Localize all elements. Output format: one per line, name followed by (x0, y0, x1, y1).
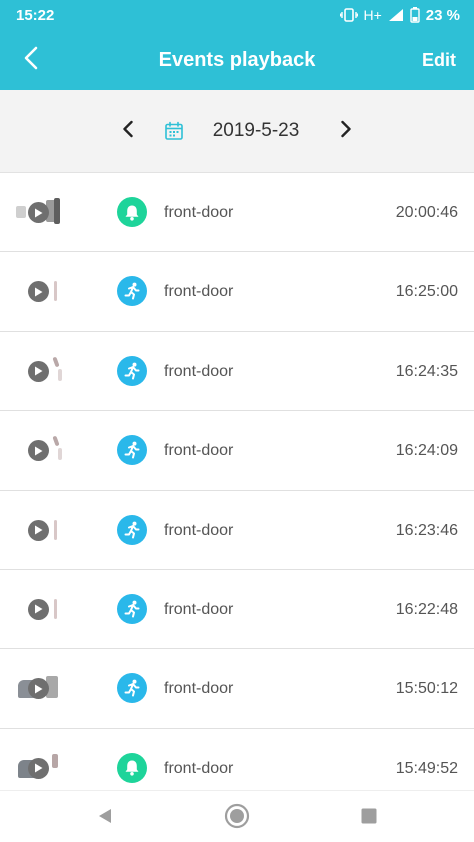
date-navigator: 2019-5-23 (0, 90, 474, 173)
running-person-icon (117, 355, 147, 386)
event-device-name: front-door (164, 759, 234, 777)
event-time: 15:49:52 (395, 759, 458, 777)
event-row[interactable]: front-door 16:22:48 (0, 570, 474, 650)
event-device-name: front-door (164, 521, 234, 539)
event-thumbnail[interactable] (16, 277, 64, 305)
event-time: 16:23:46 (395, 521, 458, 539)
event-time: 20:00:46 (395, 204, 458, 221)
edit-button[interactable]: Edit (422, 30, 456, 90)
selected-date[interactable]: 2019-5-23 (196, 116, 316, 146)
play-icon (28, 519, 49, 541)
previous-date-button[interactable] (114, 116, 142, 146)
chevron-right-icon (340, 120, 352, 143)
event-device-name: front-door (164, 204, 234, 221)
event-thumbnail[interactable] (16, 198, 64, 226)
play-icon (28, 360, 49, 382)
event-row[interactable]: front-door 16:23:46 (0, 491, 474, 570)
event-device-name: front-door (164, 680, 234, 698)
running-person-icon (117, 593, 147, 624)
play-icon (28, 440, 49, 462)
nav-bar: Events playback Edit (0, 30, 474, 90)
event-time: 16:22:48 (395, 600, 458, 618)
bell-icon (117, 197, 147, 227)
vibrate-icon (339, 8, 358, 22)
running-person-icon (117, 673, 147, 704)
bell-icon (117, 752, 147, 783)
event-row[interactable]: front-door 15:49:52 (0, 729, 474, 790)
network-type: H+ (363, 7, 382, 23)
event-thumbnail[interactable] (16, 435, 64, 464)
back-triangle-icon (96, 807, 114, 830)
running-person-icon (117, 514, 147, 545)
status-bar: 15:22 H+ 23 % (0, 0, 474, 30)
event-time: 16:24:09 (395, 442, 458, 460)
home-circle-icon (224, 803, 250, 834)
back-button[interactable] (14, 43, 48, 77)
chevron-left-icon (23, 46, 39, 75)
event-device-name: front-door (164, 283, 234, 301)
event-device-name: front-door (164, 600, 234, 618)
system-back-button[interactable] (90, 803, 120, 833)
event-thumbnail[interactable] (16, 595, 64, 623)
page-title: Events playback (158, 49, 316, 71)
event-thumbnail[interactable] (16, 516, 64, 544)
play-icon (28, 281, 49, 303)
chevron-left-icon (122, 120, 134, 143)
battery-percent: 23 % (425, 6, 460, 24)
play-icon (28, 757, 49, 779)
event-time: 16:25:00 (395, 283, 458, 301)
event-row[interactable]: front-door 16:25:00 (0, 252, 474, 332)
battery-icon (410, 7, 420, 23)
event-row[interactable]: front-door 16:24:35 (0, 332, 474, 412)
event-row[interactable]: front-door 16:24:09 (0, 411, 474, 491)
status-time: 15:22 (16, 6, 55, 24)
event-time: 15:50:12 (395, 680, 458, 698)
event-time: 16:24:35 (395, 362, 458, 380)
event-row[interactable]: front-door 15:50:12 (0, 649, 474, 729)
running-person-icon (117, 276, 147, 307)
system-recents-button[interactable] (354, 803, 384, 833)
signal-icon (388, 8, 404, 22)
play-icon (28, 202, 49, 223)
event-thumbnail[interactable] (16, 356, 64, 385)
system-navigation-bar (0, 790, 474, 842)
event-thumbnail[interactable] (16, 674, 64, 702)
app-header: 15:22 H+ 23 % Events playback Edit (0, 0, 474, 90)
running-person-icon (117, 435, 147, 466)
event-device-name: front-door (164, 362, 234, 380)
event-device-name: front-door (164, 442, 234, 460)
system-home-button[interactable] (222, 803, 252, 833)
event-list: front-door 20:00:46 front-door 16:25:00 … (0, 173, 474, 790)
next-date-button[interactable] (332, 116, 360, 146)
event-thumbnail[interactable] (16, 753, 64, 782)
calendar-icon[interactable] (164, 121, 184, 141)
event-row[interactable]: front-door 20:00:46 (0, 173, 474, 253)
status-icons: H+ 23 % (339, 6, 460, 24)
recents-square-icon (360, 807, 378, 830)
play-icon (28, 598, 49, 620)
